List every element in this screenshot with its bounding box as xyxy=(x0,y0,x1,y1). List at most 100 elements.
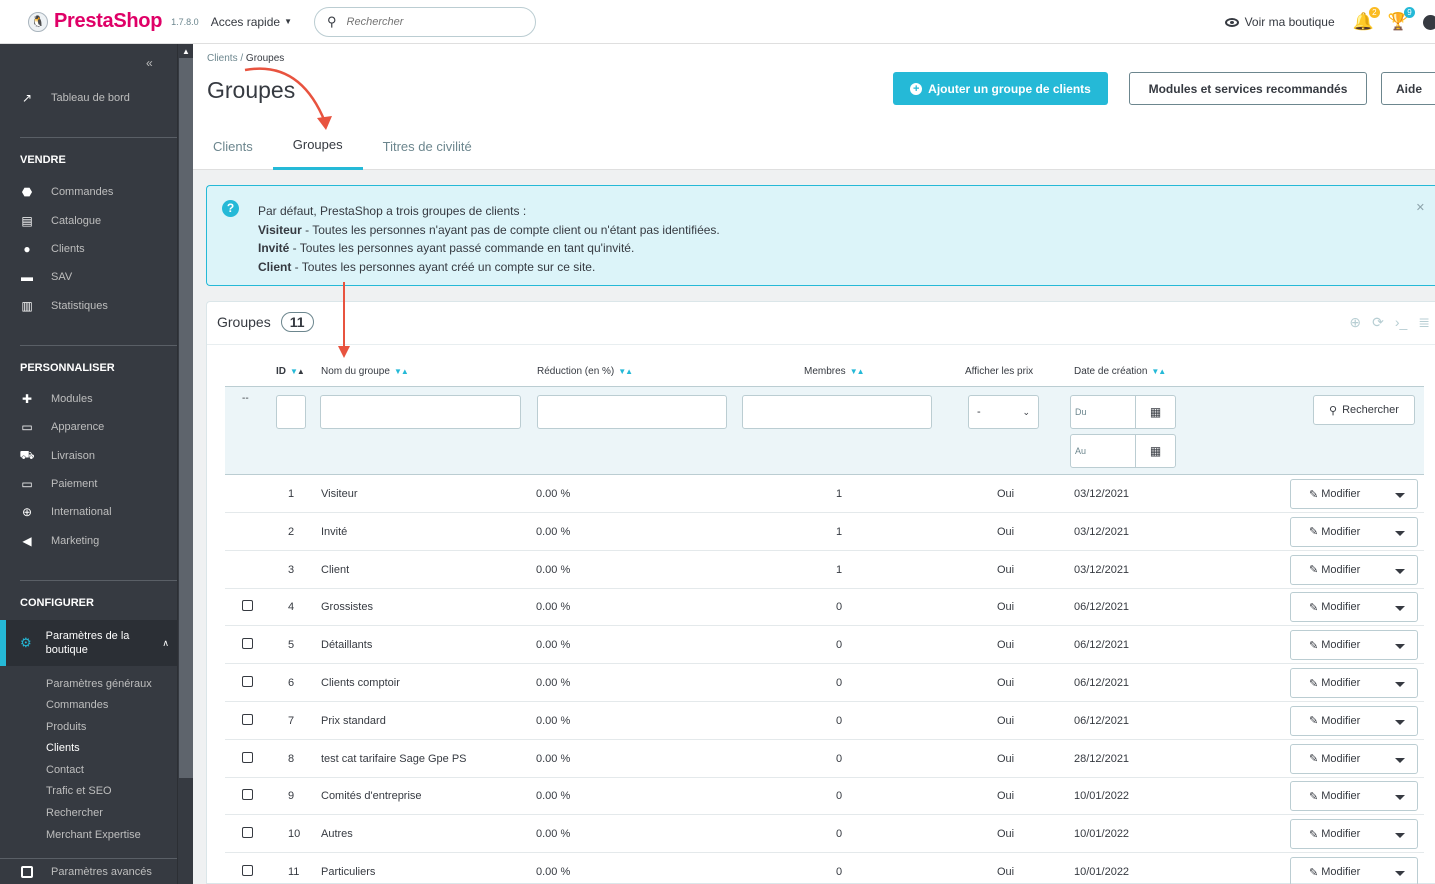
caret-down-icon[interactable] xyxy=(1395,644,1405,650)
caret-down-icon[interactable] xyxy=(1395,795,1405,801)
filter-reduction-input[interactable] xyxy=(537,395,727,429)
modify-button[interactable]: ✎ Modifier xyxy=(1290,479,1418,509)
filter-search-button[interactable]: ⚲ Rechercher xyxy=(1313,395,1415,425)
help-button[interactable]: Aide xyxy=(1381,72,1435,105)
sidebar-item-shipping[interactable]: ⛟ Livraison xyxy=(0,448,177,462)
table-row[interactable]: 11 Particuliers 0.00 % 0 Oui 10/01/2022 ✎ Modi… xyxy=(225,853,1424,884)
search-box[interactable]: ⚲ xyxy=(313,6,536,37)
sort-arrows-icon[interactable]: ▼▲ xyxy=(850,367,865,376)
sidebar-item-modules[interactable]: ✚ Modules xyxy=(0,392,177,406)
sidebar-item-catalog[interactable]: ▤ Catalogue xyxy=(0,214,177,228)
calendar-icon[interactable]: ▦ xyxy=(1135,435,1175,467)
row-checkbox[interactable] xyxy=(242,827,253,839)
sidebar-item-stats[interactable]: ▥ Statistiques xyxy=(0,299,177,313)
row-checkbox[interactable] xyxy=(242,751,253,763)
close-icon[interactable]: ✕ xyxy=(1416,201,1425,214)
modify-button[interactable]: ✎ Modifier xyxy=(1290,592,1418,623)
sidebar-subitem-orders[interactable]: Commandes xyxy=(46,699,108,711)
view-shop-link[interactable]: Voir ma boutique xyxy=(1224,15,1335,29)
table-row[interactable]: 5 Détaillants 0.00 % 0 Oui 06/12/2021 ✎ Modifi… xyxy=(225,626,1424,665)
modify-button[interactable]: ✎ Modifier xyxy=(1290,668,1418,698)
row-checkbox[interactable] xyxy=(242,600,253,612)
sidebar-subitem-customers[interactable]: Clients xyxy=(46,742,80,754)
sort-arrows-icon[interactable]: ▼▲ xyxy=(394,367,409,376)
modify-button[interactable]: ✎ Modifier xyxy=(1290,743,1418,774)
filter-show-prices-select[interactable]: - ⌄ xyxy=(968,395,1039,429)
sidebar-item-customers[interactable]: ● Clients xyxy=(0,242,177,256)
modify-button[interactable]: ✎ Modifier xyxy=(1290,630,1418,661)
sidebar-subitem-general[interactable]: Paramètres généraux xyxy=(46,678,152,690)
table-row[interactable]: 2 Invité 0.00 % 1 Oui 03/12/2021 ✎ Modifier xyxy=(225,513,1424,551)
sort-arrows-icon[interactable]: ▼▲ xyxy=(618,367,633,376)
filter-members-input[interactable] xyxy=(742,395,932,429)
sidebar-scrollbar[interactable]: ▲ xyxy=(177,44,193,884)
tab-clients[interactable]: Clients xyxy=(193,122,273,170)
tab-titres-civilite[interactable]: Titres de civilité xyxy=(363,122,492,170)
prestashop-logo[interactable]: 🐧 PrestaShop 1.7.8.0 xyxy=(28,10,199,33)
table-row[interactable]: 6 Clients comptoir 0.00 % 0 Oui 06/12/2021 ✎ M… xyxy=(225,664,1424,702)
sidebar-subitem-contact[interactable]: Contact xyxy=(46,764,84,776)
caret-down-icon[interactable] xyxy=(1395,719,1405,725)
scroll-up-icon[interactable]: ▲ xyxy=(182,47,190,56)
table-row[interactable]: 8 test cat tarifaire Sage Gpe PS 0.00 % 0 Ou… xyxy=(225,740,1424,778)
sidebar-item-sav[interactable]: ▬ SAV xyxy=(0,270,177,284)
filter-date-from[interactable]: Du ▦ xyxy=(1070,395,1176,429)
modify-button[interactable]: ✎ Modifier xyxy=(1290,857,1418,884)
sidebar-item-dashboard[interactable]: ↗ Tableau de bord xyxy=(0,91,177,105)
caret-down-icon[interactable] xyxy=(1395,568,1405,574)
caret-down-icon[interactable] xyxy=(1395,682,1405,687)
modify-button[interactable]: ✎ Modifier xyxy=(1290,781,1418,812)
caret-down-icon[interactable] xyxy=(1395,757,1405,763)
scrollbar-thumb[interactable] xyxy=(179,58,193,778)
row-checkbox[interactable] xyxy=(242,789,253,801)
row-checkbox[interactable] xyxy=(242,676,253,687)
quick-access-dropdown[interactable]: Acces rapide ▼ xyxy=(211,15,292,29)
recommended-modules-button[interactable]: Modules et services recommandés xyxy=(1129,72,1367,105)
sidebar-subitem-products[interactable]: Produits xyxy=(46,721,86,733)
sidebar-subitem-search[interactable]: Rechercher xyxy=(46,807,103,819)
add-customer-group-button[interactable]: + Ajouter un groupe de clients xyxy=(893,72,1108,105)
trophy-notification[interactable]: 🏆 9 xyxy=(1388,7,1415,32)
modify-button[interactable]: ✎ Modifier xyxy=(1290,516,1418,547)
filter-date-to[interactable]: Au ▦ xyxy=(1070,434,1176,468)
refresh-icon[interactable]: ⟳ xyxy=(1372,314,1384,331)
sidebar-item-payment[interactable]: ▭ Paiement xyxy=(0,477,177,491)
sidebar-item-advanced[interactable]: Paramètres avancés xyxy=(0,858,177,884)
search-input[interactable] xyxy=(346,15,497,28)
sort-arrows-icon[interactable]: ▼▲ xyxy=(290,367,305,376)
sidebar-item-marketing[interactable]: ◀ Marketing xyxy=(0,534,177,548)
filter-id-input[interactable] xyxy=(276,395,306,429)
row-checkbox[interactable] xyxy=(242,638,253,650)
caret-down-icon[interactable] xyxy=(1395,871,1405,876)
sidebar-subitem-merchant-expertise[interactable]: Merchant Expertise xyxy=(46,829,141,841)
modify-button[interactable]: ✎ Modifier xyxy=(1290,819,1418,850)
calendar-icon[interactable]: ▦ xyxy=(1135,396,1175,428)
sidebar-item-shop-parameters[interactable]: ⚙ Paramètres de la boutique ∧ xyxy=(0,620,177,666)
table-row[interactable]: 4 Grossistes 0.00 % 0 Oui 06/12/2021 ✎ Modifie… xyxy=(225,588,1424,627)
add-circle-icon[interactable]: ⊕ xyxy=(1349,314,1361,331)
caret-down-icon[interactable] xyxy=(1395,606,1405,612)
filter-name-input[interactable] xyxy=(320,395,521,429)
table-row[interactable]: 1 Visiteur 0.00 % 1 Oui 03/12/2021 ✎ Modifier xyxy=(225,475,1424,513)
sidebar-subitem-traffic-seo[interactable]: Trafic et SEO xyxy=(46,785,112,797)
user-account-icon[interactable] xyxy=(1423,14,1435,30)
sidebar-item-appearance[interactable]: ▭ Apparence xyxy=(0,420,177,434)
modify-button[interactable]: ✎ Modifier xyxy=(1290,554,1418,585)
sidebar-item-orders[interactable]: ⬣ Commandes xyxy=(0,185,177,199)
modify-button[interactable]: ✎ Modifier xyxy=(1290,705,1418,736)
breadcrumb-parent[interactable]: Clients xyxy=(207,53,238,64)
orders-notification[interactable]: 🔔 2 xyxy=(1353,7,1380,32)
sql-terminal-icon[interactable]: ›_ xyxy=(1395,314,1407,331)
row-checkbox[interactable] xyxy=(242,865,253,876)
table-row[interactable]: 7 Prix standard 0.00 % 0 Oui 06/12/2021 ✎ Modi… xyxy=(225,702,1424,740)
caret-down-icon[interactable] xyxy=(1395,530,1405,536)
table-row[interactable]: 3 Client 0.00 % 1 Oui 03/12/2021 ✎ Modifier xyxy=(225,551,1424,589)
tab-groupes[interactable]: Groupes xyxy=(272,122,363,170)
table-row[interactable]: 10 Autres 0.00 % 0 Oui 10/01/2022 ✎ Modifier xyxy=(225,815,1424,854)
collapse-sidebar-icon[interactable]: « xyxy=(146,56,153,70)
caret-down-icon[interactable] xyxy=(1395,833,1405,839)
database-icon[interactable]: ≣ xyxy=(1418,314,1430,331)
row-checkbox[interactable] xyxy=(242,713,253,725)
table-row[interactable]: 9 Comités d'entreprise 0.00 % 0 Oui 10/01/202… xyxy=(225,777,1424,816)
sort-arrows-icon[interactable]: ▼▲ xyxy=(1151,367,1166,376)
